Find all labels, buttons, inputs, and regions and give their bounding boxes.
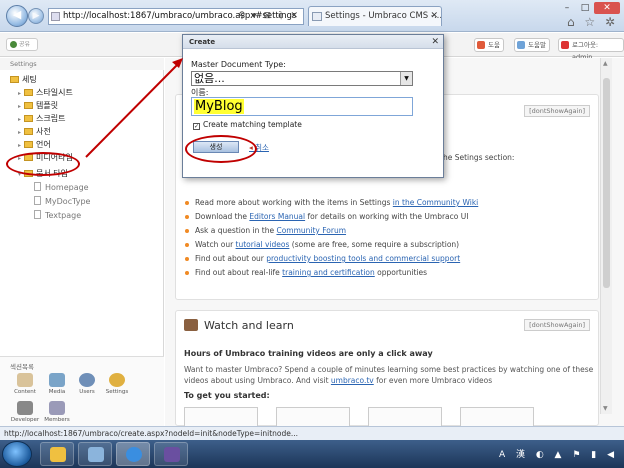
taskbar-vs[interactable] <box>154 442 188 466</box>
visual-studio-icon <box>164 447 180 462</box>
annotation-arrow <box>85 58 183 158</box>
ie-icon <box>126 447 142 462</box>
folder-icon <box>50 447 66 462</box>
start-button[interactable] <box>2 441 32 467</box>
taskbar-ie[interactable] <box>116 442 150 466</box>
system-tray[interactable]: A 漢 ◐ ▲ ⚑ ▮ ◀ <box>499 447 618 460</box>
app-icon <box>88 447 104 462</box>
taskbar-app[interactable] <box>78 442 112 466</box>
taskbar-explorer[interactable] <box>40 442 74 466</box>
status-bar: http://localhost:1867/umbraco/create.asp… <box>0 426 624 440</box>
taskbar: A 漢 ◐ ▲ ⚑ ▮ ◀ <box>0 440 624 468</box>
